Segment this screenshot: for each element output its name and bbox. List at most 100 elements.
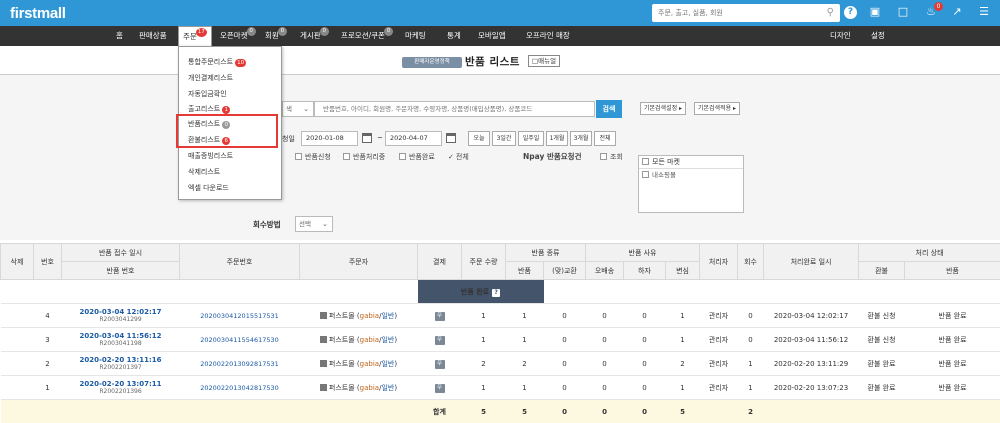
check-return-request[interactable]: 반품신청	[295, 152, 331, 162]
checkbox[interactable]	[600, 153, 607, 160]
table-row[interactable]: 1 2020-02-20 13:07:11 R2002201396 2020022…	[0, 375, 1000, 400]
order-no-link[interactable]: 2020022013092817531	[200, 360, 279, 368]
date-from-input[interactable]: 2020-01-08	[301, 131, 358, 146]
period-1month-button[interactable]: 1개월	[546, 131, 568, 146]
col-return-kind: 반품 종류	[505, 243, 586, 262]
orderer-id[interactable]: gabia	[360, 384, 379, 392]
nav-home[interactable]: 홈	[116, 26, 123, 46]
market-list[interactable]: 모든 마켓 내쇼핑몰	[638, 155, 744, 213]
menu-item-deleted-list[interactable]: 삭제리스트	[188, 167, 220, 177]
help-icon[interactable]: ?	[492, 288, 501, 297]
menu-item-sales-proof[interactable]: 매출증빙리스트	[188, 151, 233, 161]
search-input[interactable]	[652, 4, 812, 22]
logo[interactable]: firstmall	[10, 5, 66, 22]
period-all-button[interactable]: 전체	[594, 131, 616, 146]
return-status: 반품 완료	[904, 351, 1000, 376]
received-time[interactable]: 2020-03-04 11:56:12	[62, 332, 180, 340]
checkbox[interactable]	[642, 171, 649, 178]
nav-mobile-app[interactable]: 모바일앱	[478, 26, 506, 46]
global-search: ⚲	[652, 4, 840, 22]
nav-openmarket[interactable]: 오픈마켓 0	[220, 26, 256, 46]
nav-promotion[interactable]: 프로모션/쿠폰 0	[341, 26, 393, 46]
col-no: 번호	[33, 243, 62, 280]
search-type-select[interactable]: 색 ⌄	[282, 101, 314, 117]
qty: 2	[461, 351, 506, 376]
order-no-link[interactable]: 2020030412015517531	[200, 312, 279, 320]
nav-design[interactable]: 디자인	[830, 26, 851, 46]
menu-icon[interactable]: ☰	[977, 5, 991, 19]
checkbox[interactable]	[343, 153, 350, 160]
nav-order[interactable]: 주문17	[178, 26, 212, 46]
nav-offline-store[interactable]: 오프라인 매장	[526, 26, 570, 46]
kind-return: 1	[505, 303, 544, 328]
period-week-button[interactable]: 일주일	[518, 131, 544, 146]
orderer-id[interactable]: gabia	[360, 336, 379, 344]
received-time[interactable]: 2020-02-20 13:07:11	[62, 380, 180, 388]
check-return-complete[interactable]: 반품완료	[399, 152, 435, 162]
help-icon[interactable]: ?	[844, 6, 857, 19]
table-row[interactable]: 4 2020-03-04 12:02:17 R2003041299 2020030…	[0, 303, 1000, 328]
nav-products[interactable]: 판매상품	[139, 26, 167, 46]
market-all-item[interactable]: 모든 마켓	[639, 156, 743, 169]
payment-badge: 무	[434, 383, 445, 393]
keyword-input[interactable]	[314, 101, 595, 117]
period-3months-button[interactable]: 3개월	[570, 131, 592, 146]
done-at: 2020-03-04 11:56:12	[763, 327, 859, 352]
menu-item-label: 출고리스트	[188, 105, 221, 113]
period-3days-button[interactable]: 3일간	[492, 131, 516, 146]
npay-check[interactable]: 조회	[600, 152, 623, 162]
col-status-refund: 환불	[858, 261, 906, 280]
orderer-id[interactable]: gabia	[360, 360, 379, 368]
nav-marketing[interactable]: 마케팅	[405, 26, 426, 46]
kind-return: 2	[505, 351, 544, 376]
order-no-link[interactable]: 2020030411554617530	[200, 336, 279, 344]
nav-settings[interactable]: 설정	[871, 26, 885, 46]
total-reason-damage: 0	[623, 399, 666, 423]
nav-stats[interactable]: 통계	[447, 26, 461, 46]
calendar-icon[interactable]	[362, 133, 372, 143]
date-type-label[interactable]: 청일	[282, 134, 295, 144]
nav-board[interactable]: 게시판 0	[300, 26, 329, 46]
menu-item-excel-download[interactable]: 엑셀 다운로드	[188, 183, 229, 193]
return-method-value: 선택	[299, 220, 311, 228]
check-return-processing[interactable]: 반품처리중	[343, 152, 385, 162]
received-cell: 2020-02-20 13:07:11 R2002201396	[61, 375, 180, 400]
nav-member[interactable]: 회원 0	[265, 26, 287, 46]
market-item[interactable]: 내쇼핑몰	[639, 169, 743, 181]
default-search-apply-button[interactable]: 기본검색적용 ▸	[694, 102, 741, 115]
check-all[interactable]: ✓ 전체	[448, 152, 469, 162]
checkbox[interactable]	[399, 153, 406, 160]
table-row[interactable]: 2 2020-02-20 13:11:16 R2002201397 2020022…	[0, 351, 1000, 376]
total-kind-return: 5	[505, 399, 544, 423]
orderer-name[interactable]: 퍼스트몰	[329, 336, 355, 344]
orderer-name[interactable]: 퍼스트몰	[329, 312, 355, 320]
period-today-button[interactable]: 오늘	[468, 131, 490, 146]
checkbox[interactable]	[642, 158, 649, 165]
menu-item-shipping-list[interactable]: 출고리스트 1	[188, 104, 231, 114]
return-method-select[interactable]: 선택 ⌄	[295, 216, 333, 232]
order-no-link[interactable]: 2020022013042817530	[200, 384, 279, 392]
external-link-icon[interactable]: ↗	[950, 5, 964, 19]
orderer-name[interactable]: 퍼스트몰	[329, 360, 355, 368]
calendar-icon[interactable]	[446, 133, 456, 143]
reason-change: 1	[665, 375, 700, 400]
manual-button[interactable]: □매뉴얼	[528, 55, 561, 67]
monitor-icon[interactable]: ▣	[868, 5, 882, 19]
memo-icon[interactable]: □	[896, 5, 910, 19]
policy-badge[interactable]: 판매자운영정책	[402, 57, 462, 68]
received-time[interactable]: 2020-03-04 12:02:17	[62, 308, 180, 316]
menu-item-personal-payments[interactable]: 개인결제리스트	[188, 73, 233, 83]
search-button[interactable]: 검색	[596, 100, 622, 118]
checkbox[interactable]	[295, 153, 302, 160]
default-search-setting-button[interactable]: 기본검색설정 ▸	[640, 102, 687, 115]
table-row[interactable]: 3 2020-03-04 11:56:12 R2003041198 2020030…	[0, 327, 1000, 352]
search-icon[interactable]: ⚲	[827, 7, 834, 18]
date-to-input[interactable]: 2020-04-07	[385, 131, 442, 146]
received-time[interactable]: 2020-02-20 13:11:16	[62, 356, 180, 364]
menu-item-auto-deposit[interactable]: 자동입금확인	[188, 89, 227, 99]
menu-item-integrated-orders[interactable]: 통합주문리스트 10	[188, 57, 247, 67]
orderer-id[interactable]: gabia	[360, 312, 379, 320]
refund-status: 환불 신청	[858, 327, 905, 352]
orderer-name[interactable]: 퍼스트몰	[329, 384, 355, 392]
received-cell: 2020-02-20 13:11:16 R2002201397	[61, 351, 180, 376]
